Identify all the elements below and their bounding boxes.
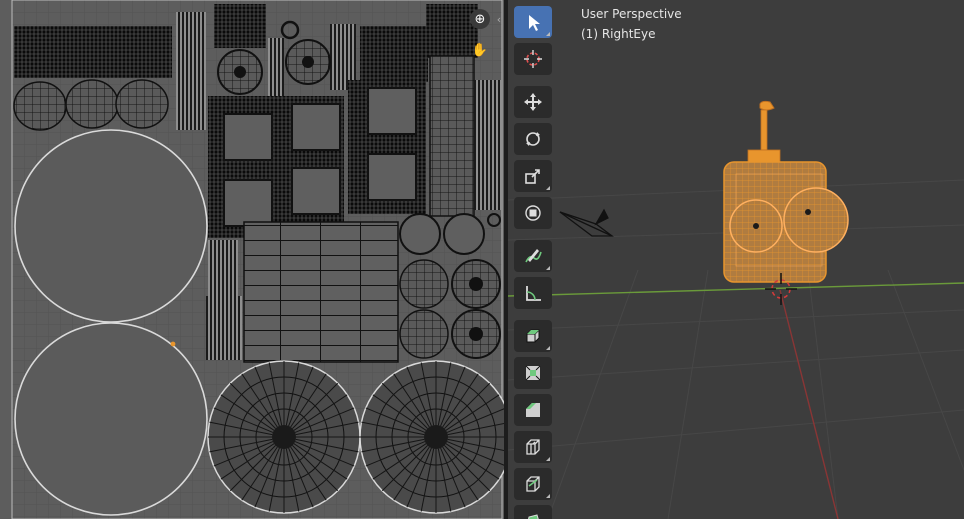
move-icon [524,93,542,111]
tool-rotate-button[interactable] [514,123,552,155]
collapse-arrow-icon[interactable]: ‹ [494,9,504,29]
loop-cut-icon [526,439,540,455]
tool-scale-button[interactable] [514,160,552,192]
tool-annotate-button[interactable] [514,240,552,272]
annotate-icon [525,249,542,263]
knife-icon [526,476,540,492]
tool-measure-button[interactable] [514,277,552,309]
viewport-view-label: User Perspective [581,7,682,21]
rotate-icon [526,132,540,146]
tool-poly-build-button[interactable] [514,505,552,519]
viewport-scene[interactable] [508,0,964,519]
extrude-icon [526,329,540,343]
tool-variants-indicator [546,266,550,270]
3d-viewport[interactable]: User Perspective (1) RightEye [508,0,964,519]
uv-editor[interactable]: ⊕ ✋ ‹ [0,0,504,519]
select-cursor-icon [529,15,540,31]
uv-map[interactable] [0,0,504,519]
tool-move-button[interactable] [514,86,552,118]
pan-hand-icon[interactable]: ✋ [470,40,490,60]
tool-variants-indicator [546,494,550,498]
transform-icon [525,205,541,221]
tool-select-box-button[interactable] [514,6,552,38]
measure-icon [526,286,541,301]
bevel-icon [526,403,540,417]
tool-variants-indicator [546,32,550,36]
tool-variants-indicator [546,457,550,461]
zoom-icon[interactable]: ⊕ [470,9,490,29]
tool-shelf [512,6,554,519]
inset-icon [525,365,541,381]
active-object-label: (1) RightEye [581,27,656,41]
scale-icon [525,169,540,184]
tool-variants-indicator [546,346,550,350]
tool-transform-button[interactable] [514,197,552,229]
tool-inset-faces-button[interactable] [514,357,552,389]
tool-variants-indicator [546,186,550,190]
tool-bevel-button[interactable] [514,394,552,426]
tool-cursor-button[interactable] [514,43,552,75]
tool-extrude-region-button[interactable] [514,320,552,352]
tool-knife-button[interactable] [514,468,552,500]
tool-loop-cut-button[interactable] [514,431,552,463]
poly-build-icon [528,514,539,519]
blender-window: ⊕ ✋ ‹ User Perspective (1) RightEye [0,0,964,519]
3d-cursor-icon [524,50,542,68]
